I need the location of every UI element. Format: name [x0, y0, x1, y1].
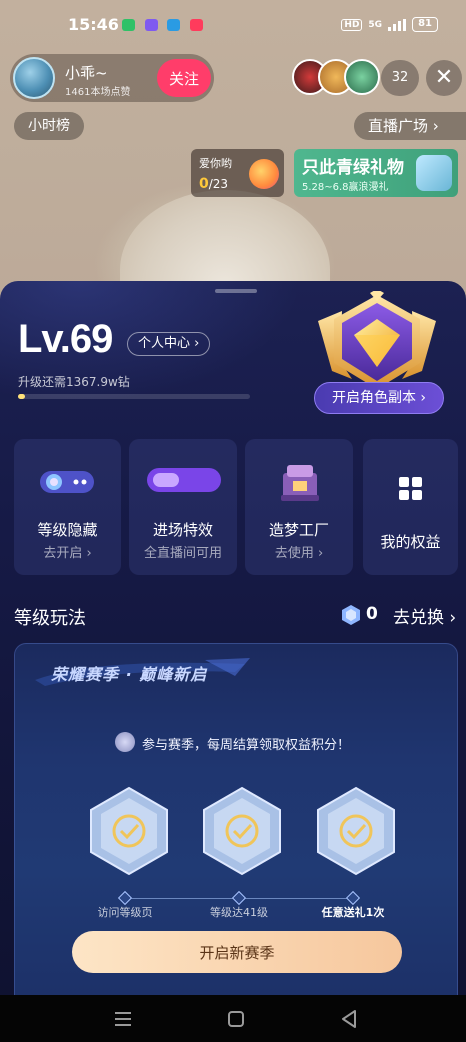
step-check-icon: [203, 786, 281, 876]
gem-count: 0: [366, 604, 378, 624]
season-card: 荣耀赛季 · 巅峰新启 参与赛季，每周结算领取权益积分！ 访问等级页 等级达41…: [14, 643, 458, 995]
step-label: 任意送礼1次: [321, 906, 385, 919]
level-progress-fill: [18, 394, 25, 399]
open-role-copy-button[interactable]: 开启角色副本 ›: [314, 382, 444, 414]
drag-handle[interactable]: [215, 289, 257, 293]
menu-icon[interactable]: [111, 1007, 135, 1031]
gift-icon: [249, 159, 279, 189]
event-title: 只此青绿礼物: [302, 158, 404, 178]
network-type: 5G: [368, 19, 383, 30]
live-plaza-button[interactable]: 直播广场 ›: [354, 112, 466, 140]
scroll-gift-icon: [416, 155, 452, 191]
feature-sub: 去使用 ›: [274, 546, 324, 561]
entrance-effect-icon: [147, 468, 221, 492]
feature-sub: 全直播间可用: [143, 546, 222, 561]
step-marker: [345, 890, 361, 906]
season-tip-icon: [115, 732, 135, 752]
wechat-icon: [122, 19, 135, 31]
feature-label: 等级隐藏: [37, 521, 98, 539]
signal-icon: [388, 18, 407, 31]
personal-center-button[interactable]: 个人中心 ›: [127, 332, 211, 356]
app-notification-icon: [145, 19, 158, 31]
feature-label: 进场特效: [152, 521, 213, 539]
feature-sub: 去开启 ›: [43, 546, 92, 561]
home-icon[interactable]: [224, 1007, 248, 1031]
level-text: Lv.69: [18, 317, 113, 361]
season-title: 荣耀赛季 · 巅峰新启: [51, 665, 208, 684]
level-sheet: Lv.69 个人中心 › 升级还需1367.9w钻 开启角色副本 › 等级隐藏 …: [0, 281, 466, 995]
step-marker: [117, 890, 133, 906]
level-progress-bar: [18, 394, 250, 399]
status-bar: 15:46 HD 5G 81: [0, 10, 466, 40]
event-progress: 0/23: [199, 176, 229, 192]
back-icon[interactable]: [337, 1007, 361, 1031]
browser-notification-icon: [167, 19, 180, 31]
step-marker: [231, 890, 247, 906]
feature-label: 我的权益: [380, 533, 441, 551]
battery-indicator: 81: [412, 17, 438, 32]
step-check-icon: [317, 786, 395, 876]
feature-my-benefits[interactable]: 我的权益: [363, 439, 458, 575]
start-season-button[interactable]: 开启新赛季: [72, 931, 402, 973]
step-label: 访问等级页: [97, 906, 153, 919]
green-gift-event-card[interactable]: 只此青绿礼物 5.28~6.8赢浪漫礼: [294, 149, 458, 197]
step-check-icon: [90, 786, 168, 876]
feature-label: 造梦工厂: [268, 521, 329, 539]
host-name: 小乖~: [65, 64, 108, 82]
event-label: 爱你哟: [199, 157, 232, 170]
gameplay-title: 等级玩法: [14, 608, 86, 629]
step-label: 等级达41级: [210, 906, 268, 919]
grid-icon: [399, 477, 422, 500]
host-avatar[interactable]: [13, 57, 55, 99]
hd-indicator: HD: [341, 18, 363, 31]
viewer-avatar[interactable]: [344, 59, 380, 95]
upgrade-requirement: 升级还需1367.9w钻: [18, 375, 130, 389]
follow-button[interactable]: 关注: [157, 59, 211, 97]
season-tip: 参与赛季，每周结算领取权益积分！: [142, 738, 351, 753]
status-time: 15:46: [68, 15, 119, 34]
gem-icon: [342, 605, 360, 625]
viewer-count[interactable]: 32: [381, 60, 419, 96]
system-nav-bar: [0, 995, 466, 1042]
close-icon[interactable]: ✕: [426, 60, 462, 96]
feature-dream-factory[interactable]: 造梦工厂 去使用 ›: [245, 439, 353, 575]
redeem-button[interactable]: 去兑换 ›: [393, 603, 456, 628]
feature-entrance-effect[interactable]: 进场特效 全直播间可用: [129, 439, 237, 575]
event-subtitle: 5.28~6.8赢浪漫礼: [302, 182, 389, 193]
dream-factory-icon: [281, 465, 319, 501]
host-likes: 1461本场点赞: [65, 87, 131, 98]
host-info[interactable]: 小乖~ 1461本场点赞 关注: [10, 54, 214, 102]
level-badge-icon: [318, 291, 436, 389]
music-notification-icon: [190, 19, 203, 31]
hour-rank-button[interactable]: 小时榜: [14, 112, 84, 140]
hide-toggle-icon: [40, 471, 94, 493]
feature-level-hide[interactable]: 等级隐藏 去开启 ›: [14, 439, 121, 575]
love-event-card[interactable]: 爱你哟 0/23: [191, 149, 284, 197]
